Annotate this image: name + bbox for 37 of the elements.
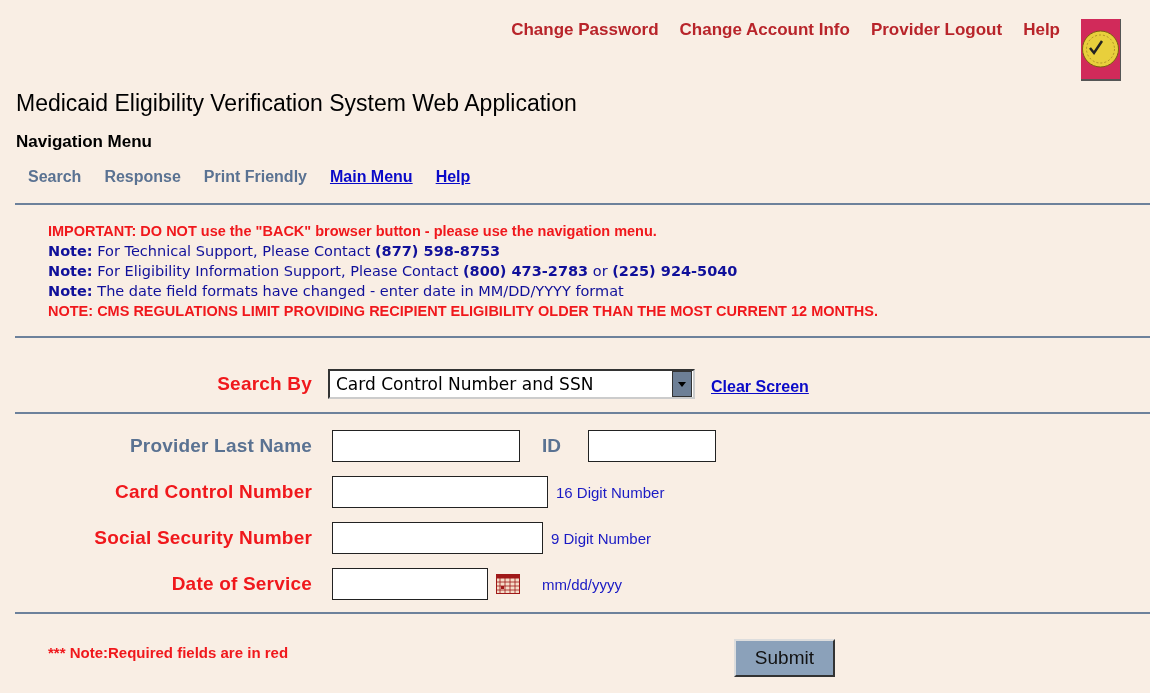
input-field[interactable] (332, 430, 520, 462)
field-label: Search By (216, 373, 312, 395)
submit-button[interactable]: Submit (733, 639, 835, 677)
nav-link[interactable]: Help (435, 168, 471, 190)
hint-text: mm/dd/yyyy (542, 575, 622, 593)
note-text: Note: For Technical Support, Please Contact (877) 598-8753 (48, 242, 502, 261)
nav-link[interactable]: Response (104, 168, 181, 190)
nav-link[interactable]: Search (28, 168, 82, 190)
input-field[interactable] (332, 568, 488, 600)
field-label: Social Security Number (93, 527, 312, 549)
note-text: Note: The date field formats have changed - enter date in MM/DD/YYYY format (48, 282, 625, 301)
hint-text: 16 Digit Number (556, 483, 665, 501)
field-label: Card Control Number (114, 481, 312, 503)
header-link[interactable]: Help (1023, 20, 1060, 40)
navigation-heading: Navigation Menu (16, 132, 153, 152)
field-label: ID (542, 435, 561, 457)
header-link[interactable]: Provider Logout (870, 20, 1003, 40)
warning-text: IMPORTANT: DO NOT use the "BACK" browser button - please use the navigation menu. (48, 222, 658, 241)
input-field[interactable] (332, 522, 543, 554)
seal-icon (1080, 18, 1122, 82)
input-field[interactable] (332, 476, 548, 508)
note-text: Note: For Eligibility Information Support, Please Contact (800) 473-2783 or (225) 924-5040 (48, 262, 739, 281)
clear-screen-link[interactable]: Clear Screen (711, 377, 809, 396)
header-link[interactable]: Change Account Info (679, 20, 850, 40)
calendar-icon[interactable] (496, 574, 520, 594)
header-link[interactable]: Change Password (511, 20, 659, 40)
page-title: Medicaid Eligibility Verification System Web Application (16, 90, 578, 117)
search-by-dropdown[interactable]: Card Control Number and SSN (328, 369, 695, 399)
field-label: Provider Last Name (128, 435, 312, 457)
nav-link[interactable]: Main Menu (329, 168, 413, 190)
nav-link[interactable]: Print Friendly (203, 168, 307, 190)
required-fields-note: *** Note:Required fields are in red (48, 644, 289, 661)
input-field[interactable] (588, 430, 716, 462)
hint-text: 9 Digit Number (551, 529, 652, 547)
caret-icon (672, 371, 692, 397)
field-label: Date of Service (170, 573, 312, 595)
warning-text: NOTE: CMS REGULATIONS LIMIT PROVIDING RECIPIENT ELIGIBILITY OLDER THAN THE MOST CURRENT 12 MONTHS. (48, 302, 879, 321)
